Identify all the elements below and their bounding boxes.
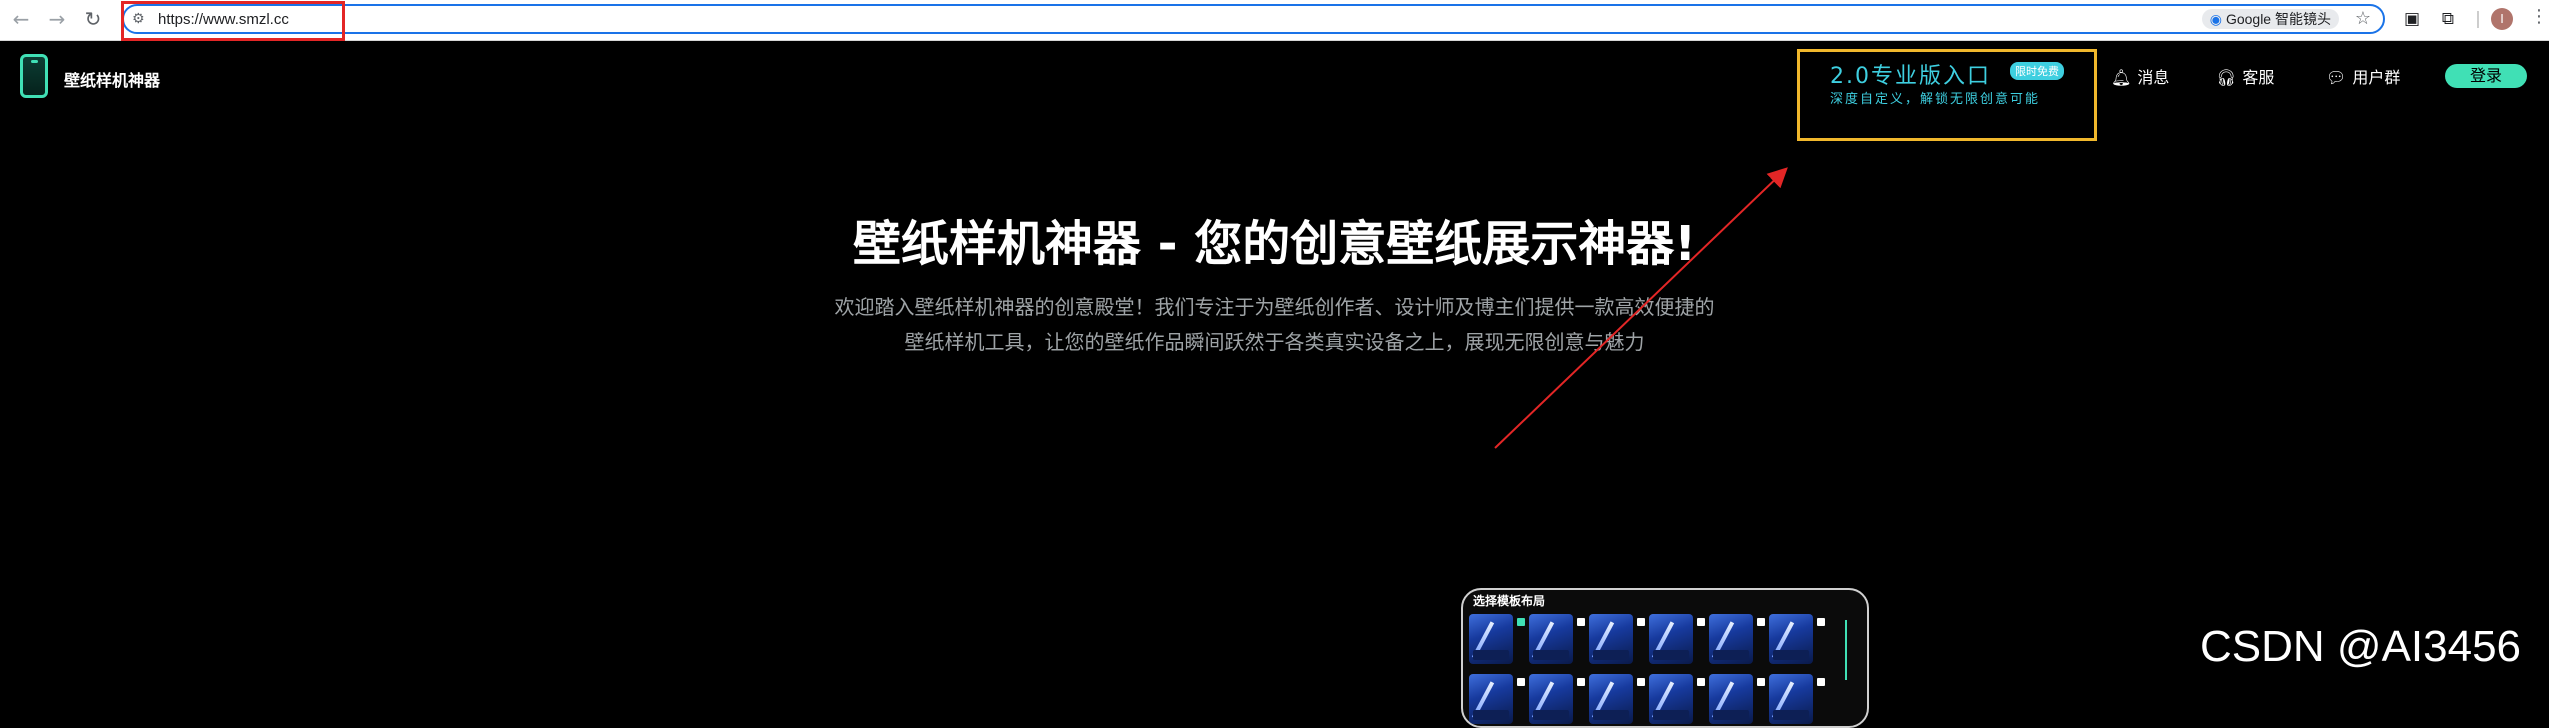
template-thumb[interactable] [1709, 614, 1753, 664]
template-check[interactable] [1697, 618, 1705, 626]
template-layout-panel: 选择模板布局 [1461, 588, 1869, 728]
annotation-arrow [1494, 167, 1788, 449]
panel-title: 选择模板布局 [1473, 594, 1546, 608]
panel-scrollbar[interactable] [1845, 620, 1847, 680]
csdn-watermark: CSDN @AI3456 [2200, 622, 2522, 671]
template-thumb[interactable] [1589, 614, 1633, 664]
template-thumb[interactable] [1649, 614, 1693, 664]
template-thumb[interactable] [1469, 614, 1513, 664]
template-check[interactable] [1757, 618, 1765, 626]
template-thumb[interactable] [1589, 674, 1633, 724]
template-thumb[interactable] [1709, 674, 1753, 724]
template-thumb[interactable] [1529, 614, 1573, 664]
template-check[interactable] [1577, 678, 1585, 686]
template-thumb[interactable] [1529, 674, 1573, 724]
template-check[interactable] [1637, 618, 1645, 626]
template-thumb[interactable] [1469, 674, 1513, 724]
template-thumb[interactable] [1649, 674, 1693, 724]
template-thumb[interactable] [1769, 674, 1813, 724]
template-check-selected[interactable] [1517, 618, 1525, 626]
template-check[interactable] [1577, 618, 1585, 626]
template-check[interactable] [1697, 678, 1705, 686]
template-check[interactable] [1637, 678, 1645, 686]
template-check[interactable] [1817, 618, 1825, 626]
template-thumb[interactable] [1769, 614, 1813, 664]
template-check[interactable] [1517, 678, 1525, 686]
template-check[interactable] [1757, 678, 1765, 686]
template-check[interactable] [1817, 678, 1825, 686]
